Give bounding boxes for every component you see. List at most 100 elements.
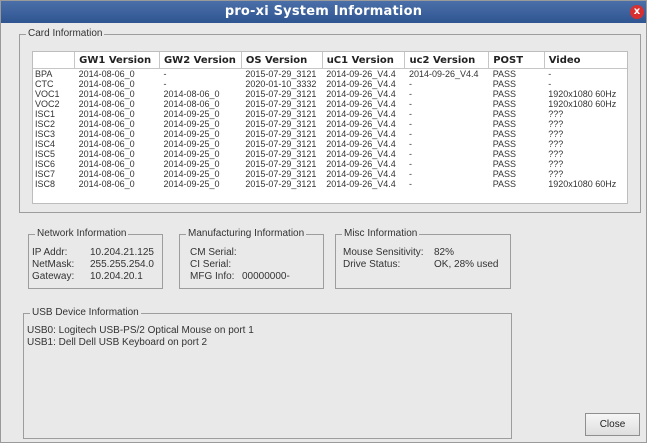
card-table-row: ISC6 2014-08-06_0 2014-09-25_0 2015-07-29_3… xyxy=(33,159,627,169)
table-cell: - xyxy=(408,79,412,89)
table-cell: PASS xyxy=(492,99,517,109)
table-cell: 2015-07-29_3121 xyxy=(245,169,317,179)
table-cell: - xyxy=(163,79,167,89)
card-table-body: BPA 2014-08-06_0-2015-07-29_3121 2014-09-2… xyxy=(33,69,627,189)
misc-information-group: Misc Information Mouse Sensitivity: 82% … xyxy=(335,228,511,289)
ip-label: IP Addr: xyxy=(32,247,68,258)
table-cell: ??? xyxy=(548,119,564,129)
card-table-row: VOC1 2014-08-06_0 2014-08-06_0 2015-07-29_3… xyxy=(33,89,627,99)
table-cell: - xyxy=(548,79,552,89)
table-cell: - xyxy=(408,129,412,139)
table-cell: 2020-01-10_3332 xyxy=(245,79,317,89)
gateway-label: Gateway: xyxy=(32,271,75,282)
ci-serial-label: CI Serial: xyxy=(190,259,232,270)
table-cell: PASS xyxy=(492,69,517,79)
mfg-info-label: MFG Info: xyxy=(190,271,235,282)
table-cell: PASS xyxy=(492,179,517,189)
mouse-sensitivity-label: Mouse Sensitivity: xyxy=(343,247,424,258)
table-cell: 2014-09-25_0 xyxy=(163,169,220,179)
table-cell: 2014-08-06_0 xyxy=(78,79,135,89)
manufacturing-information-group: Manufacturing Information CM Serial: CI … xyxy=(179,228,324,289)
table-cell: 2014-08-06_0 xyxy=(163,99,220,109)
table-cell: 2014-08-06_0 xyxy=(78,129,135,139)
table-cell: 2015-07-29_3121 xyxy=(245,69,317,79)
table-cell: 2014-08-06_0 xyxy=(163,89,220,99)
table-cell: 2014-08-06_0 xyxy=(78,149,135,159)
card-name-cell: ISC7 xyxy=(35,169,56,179)
table-cell: 2014-08-06_0 xyxy=(78,139,135,149)
table-cell: 2015-07-29_3121 xyxy=(245,129,317,139)
close-icon[interactable]: x xyxy=(630,5,644,19)
table-cell: ??? xyxy=(548,109,564,119)
table-cell: 2014-09-25_0 xyxy=(163,129,220,139)
close-button[interactable]: Close xyxy=(585,413,640,436)
table-cell: ??? xyxy=(548,129,564,139)
gateway-value: 10.204.20.1 xyxy=(90,271,143,282)
card-name-cell: BPA xyxy=(35,69,53,79)
usb-device-information-title: USB Device Information xyxy=(30,307,141,318)
card-information-group: Card Information GW1 Version GW2 Version… xyxy=(19,28,641,213)
column-header: GW2 Version xyxy=(159,52,242,69)
card-name-cell: ISC4 xyxy=(35,139,56,149)
card-table-row: ISC8 2014-08-06_0 2014-09-25_0 2015-07-29_3… xyxy=(33,179,627,189)
misc-information-title: Misc Information xyxy=(342,228,420,239)
usb-device-line: USB1: Dell Dell USB Keyboard on port 2 xyxy=(27,337,208,348)
table-cell: - xyxy=(408,169,412,179)
usb-device-information-group: USB Device Information USB0: Logitech US… xyxy=(23,307,512,439)
table-cell: - xyxy=(408,99,412,109)
column-header: POST xyxy=(488,52,545,69)
table-cell: 1920x1080 60Hz xyxy=(548,89,617,99)
table-cell: 2014-09-25_0 xyxy=(163,179,220,189)
drive-status-label: Drive Status: xyxy=(343,259,401,270)
mfg-info-value: 00000000- xyxy=(242,271,290,282)
table-cell: 2015-07-29_3121 xyxy=(245,159,317,169)
column-header: uc2 Version xyxy=(404,52,490,69)
table-cell: 2014-08-06_0 xyxy=(78,69,135,79)
table-cell: 2014-08-06_0 xyxy=(78,159,135,169)
column-header: uC1 Version xyxy=(322,52,406,69)
window-title: pro-xi System Information xyxy=(224,4,423,19)
table-cell: 2014-09-26_V4.4 xyxy=(326,99,396,109)
table-cell: 2014-09-26_V4.4 xyxy=(326,69,396,79)
card-table-row: ISC4 2014-08-06_0 2014-09-25_0 2015-07-29_3… xyxy=(33,139,627,149)
table-cell: 2014-09-26_V4.4 xyxy=(326,79,396,89)
card-table-row: ISC7 2014-08-06_0 2014-09-25_0 2015-07-29_3… xyxy=(33,169,627,179)
card-information-title: Card Information xyxy=(26,28,105,39)
table-cell: PASS xyxy=(492,159,517,169)
table-cell: 2014-09-25_0 xyxy=(163,109,220,119)
table-cell: ??? xyxy=(548,139,564,149)
table-cell: - xyxy=(408,89,412,99)
card-name-cell: ISC3 xyxy=(35,129,56,139)
table-cell: 2014-08-06_0 xyxy=(78,89,135,99)
column-header: OS Version xyxy=(241,52,323,69)
card-table-row: BPA 2014-08-06_0 - 2015-07-29_3121 2014-09-2… xyxy=(33,69,627,80)
table-cell: 2015-07-29_3121 xyxy=(245,139,317,149)
table-cell: - xyxy=(408,159,412,169)
column-header xyxy=(33,52,76,69)
table-cell: 2014-09-25_0 xyxy=(163,159,220,169)
title-bar[interactable]: pro-xi System Information x xyxy=(1,1,646,23)
table-cell: 2014-09-26_V4.4 xyxy=(326,159,396,169)
table-cell: 2014-08-06_0 xyxy=(78,179,135,189)
table-cell: 2015-07-29_3121 xyxy=(245,99,317,109)
table-cell: 2014-09-25_0 xyxy=(163,119,220,129)
card-table-header: GW1 Version GW2 Version OS Version uC1 V… xyxy=(33,52,627,69)
table-cell: PASS xyxy=(492,109,517,119)
table-cell: 2014-09-25_0 xyxy=(163,149,220,159)
table-cell: 2014-09-26_V4.4 xyxy=(326,119,396,129)
cm-serial-label: CM Serial: xyxy=(190,247,237,258)
card-name-cell: ISC6 xyxy=(35,159,56,169)
table-cell: PASS xyxy=(492,169,517,179)
table-cell: 2015-07-29_3121 xyxy=(245,89,317,99)
table-cell: 2015-07-29_3121 xyxy=(245,149,317,159)
card-table-row: ISC3 2014-08-06_0 2014-09-25_0 2015-07-29_3… xyxy=(33,129,627,139)
card-name-cell: ISC2 xyxy=(35,119,56,129)
table-cell: 1920x1080 60Hz xyxy=(548,99,617,109)
table-cell: PASS xyxy=(492,79,517,89)
table-cell: - xyxy=(408,139,412,149)
card-table-area: GW1 Version GW2 Version OS Version uC1 V… xyxy=(32,51,628,204)
column-header: GW1 Version xyxy=(74,52,160,69)
table-cell: 2014-09-26_V4.4 xyxy=(326,89,396,99)
table-cell: 2014-09-26_V4.4 xyxy=(408,69,479,79)
table-cell: 2014-08-06_0 xyxy=(78,109,135,119)
